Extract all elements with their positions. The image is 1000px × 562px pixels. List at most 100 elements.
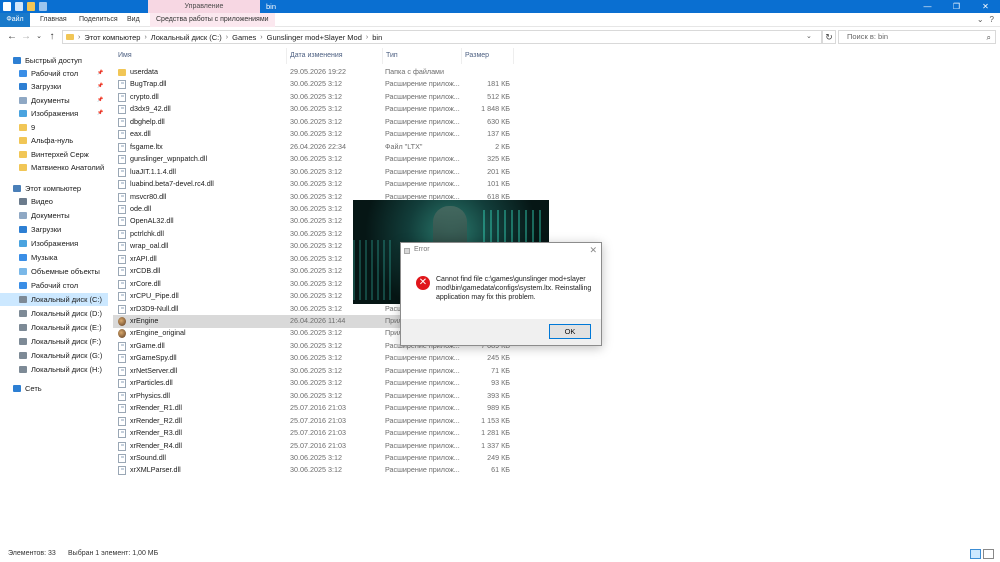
sidebar-item-винтерхей-серж[interactable]: Винтерхей Серж (0, 148, 108, 161)
sidebar-item-9[interactable]: 9 (0, 121, 108, 134)
customize-toolbar-icon[interactable] (39, 2, 47, 11)
column-header-date[interactable]: Дата изменения (290, 50, 343, 62)
breadcrumb-bin[interactable]: bin (372, 33, 382, 42)
sidebar-item-label: Изображения (31, 239, 79, 248)
sidebar-item-рабочий-стол[interactable]: Рабочий стол 📌 (0, 67, 108, 80)
sidebar-item-документы[interactable]: Документы 📌 (0, 94, 108, 107)
file-row[interactable]: xrRender_R2.dll 25.07.2016 21:03 Расширени… (113, 415, 523, 428)
sidebar-item-музыка[interactable]: Музыка (0, 251, 108, 264)
file-row[interactable]: xrPhysics.dll 30.06.2025 3:12 Расширение п… (113, 390, 523, 403)
file-type: Файл "LTX" (385, 141, 423, 151)
properties-icon[interactable] (15, 2, 23, 11)
sidebar-item-label: Документы (31, 96, 70, 105)
column-header-size[interactable]: Размер (465, 50, 489, 62)
column-divider[interactable] (513, 48, 514, 64)
sidebar-item-этот-компьютер[interactable]: Этот компьютер (0, 182, 108, 195)
search-input[interactable]: Поиск в: bin ⌕ (838, 30, 996, 44)
file-row[interactable]: luabind.beta7-devel.rc4.dll 30.06.2025 3:… (113, 178, 523, 191)
details-view-icon[interactable] (970, 549, 981, 559)
back-button[interactable]: ← (6, 31, 18, 43)
refresh-button[interactable]: ↻ (822, 30, 836, 44)
file-row[interactable]: luaJIT.1.1.4.dll 30.06.2025 3:12 Расширени… (113, 166, 523, 179)
column-header-name[interactable]: Имя (118, 50, 132, 62)
breadcrumb-games[interactable]: Games (232, 33, 256, 42)
tab-application-tools[interactable]: Средства работы с приложениями (150, 13, 275, 27)
file-date: 30.06.2025 3:12 (290, 378, 342, 388)
file-date: 30.06.2025 3:12 (290, 266, 342, 276)
sidebar-item-локальный-диск-f[interactable]: Локальный диск (F:) (0, 335, 108, 348)
maximize-button[interactable]: ❐ (942, 0, 971, 13)
sidebar-item-локальный-диск-e[interactable]: Локальный диск (E:) (0, 321, 108, 334)
file-row[interactable]: xrRender_R4.dll 25.07.2016 21:03 Расширени… (113, 440, 523, 453)
minimize-button[interactable]: — (913, 0, 942, 13)
large-icons-view-icon[interactable] (983, 549, 994, 559)
sidebar-item-загрузки[interactable]: Загрузки 📌 (0, 80, 108, 93)
file-name: d3dx9_42.dll (130, 104, 171, 114)
file-row[interactable]: dbghelp.dll 30.06.2025 3:12 Расширение при… (113, 116, 523, 129)
file-row[interactable]: gunslinger_wpnpatch.dll 30.06.2025 3:12 Ра… (113, 153, 523, 166)
recent-locations-button[interactable]: ⌄ (33, 31, 45, 43)
file-row[interactable]: xrNetServer.dll 30.06.2025 3:12 Расширение… (113, 365, 523, 378)
address-bar[interactable]: › Этот компьютер › Локальный диск (C:) ›… (62, 30, 822, 44)
column-header-type[interactable]: Тип (386, 50, 398, 62)
tab-view[interactable]: Вид (127, 13, 140, 27)
sidebar-item-рабочий-стол[interactable]: Рабочий стол (0, 279, 108, 292)
file-name: xrParticles.dll (130, 378, 173, 388)
column-divider[interactable] (286, 48, 287, 64)
sidebar-item-матвиенко-анатолий[interactable]: Матвиенко Анатолий (0, 161, 108, 174)
expand-ribbon-icon[interactable]: ⌄ (977, 15, 984, 24)
tab-file[interactable]: Файл (0, 13, 30, 27)
close-window-button[interactable]: ✕ (971, 0, 1000, 13)
file-row[interactable]: d3dx9_42.dll 30.06.2025 3:12 Расширение пр… (113, 103, 523, 116)
file-row[interactable]: xrXMLParser.dll 30.06.2025 3:12 Расширение… (113, 464, 523, 477)
sidebar-item-альфа-нуль[interactable]: Альфа-нуль (0, 134, 108, 147)
tab-share[interactable]: Поделиться (79, 13, 118, 27)
sidebar-item-локальный-диск-h[interactable]: Локальный диск (H:) (0, 363, 108, 376)
sidebar-item-документы[interactable]: Документы (0, 209, 108, 222)
file-row[interactable]: xrParticles.dll 30.06.2025 3:12 Расширение… (113, 377, 523, 390)
dialog-title-bar[interactable]: Error ✕ (401, 243, 601, 259)
file-icon (118, 429, 126, 439)
file-type: Расширение прилож... (385, 154, 460, 164)
sidebar-item-label: Быстрый доступ (25, 56, 82, 65)
sidebar-item-изображения[interactable]: Изображения (0, 237, 108, 250)
dialog-close-icon[interactable]: ✕ (589, 245, 597, 256)
up-button[interactable]: ↑ (46, 31, 58, 43)
sidebar-item-загрузки[interactable]: Загрузки (0, 223, 108, 236)
help-icon[interactable]: ? (990, 15, 994, 24)
error-message: Cannot find file c:\games\gunslinger mod… (436, 276, 592, 301)
file-row[interactable]: xrSound.dll 30.06.2025 3:12 Расширение при… (113, 452, 523, 465)
new-folder-icon[interactable] (27, 2, 35, 11)
sidebar-item-объемные-объекты[interactable]: Объемные объекты (0, 265, 108, 278)
folder-icon (19, 164, 27, 171)
file-row[interactable]: xrRender_R3.dll 25.07.2016 21:03 Расширени… (113, 427, 523, 440)
file-size: 512 КБ (487, 91, 510, 101)
file-row[interactable]: userdata 29.05.2026 19:22 Папка с файлами (113, 66, 523, 79)
file-type: Расширение прилож... (385, 428, 460, 438)
file-row[interactable]: fsgame.ltx 26.04.2026 22:34 Файл "LTX" 2 КБ (113, 141, 523, 154)
file-type: Расширение прилож... (385, 452, 460, 462)
file-name: BugTrap.dll (130, 79, 167, 89)
column-divider[interactable] (382, 48, 383, 64)
file-row[interactable]: crypto.dll 30.06.2025 3:12 Расширение прил… (113, 91, 523, 104)
sidebar-item-видео[interactable]: Видео (0, 195, 108, 208)
file-row[interactable]: eax.dll 30.06.2025 3:12 Расширение прилож.… (113, 128, 523, 141)
sidebar-item-локальный-диск-c[interactable]: Локальный диск (C:) (0, 293, 108, 306)
sidebar-item-локальный-диск-d[interactable]: Локальный диск (D:) (0, 307, 108, 320)
ok-button[interactable]: OK (549, 324, 591, 339)
file-icon (118, 242, 126, 252)
column-divider[interactable] (461, 48, 462, 64)
address-dropdown-icon[interactable]: ⌄ (806, 32, 812, 40)
sidebar-item-сеть[interactable]: Сеть (0, 382, 108, 395)
file-row[interactable]: BugTrap.dll 30.06.2025 3:12 Расширение при… (113, 78, 523, 91)
sidebar-item-изображения[interactable]: Изображения 📌 (0, 107, 108, 120)
file-row[interactable]: xrRender_R1.dll 25.07.2016 21:03 Расширени… (113, 402, 523, 415)
forward-button[interactable]: → (20, 31, 32, 43)
breadcrumb-drive-c[interactable]: Локальный диск (C:) (151, 33, 222, 42)
sidebar-item-локальный-диск-g[interactable]: Локальный диск (G:) (0, 349, 108, 362)
sidebar-item-быстрый-доступ[interactable]: Быстрый доступ (0, 54, 108, 67)
breadcrumb-gunslinger-mod[interactable]: Gunslinger mod+Slayer Mod (267, 33, 362, 42)
file-row[interactable]: xrGameSpy.dll 30.06.2025 3:12 Расширение п… (113, 352, 523, 365)
tab-home[interactable]: Главная (40, 13, 67, 27)
breadcrumb-this-pc[interactable]: Этот компьютер (84, 33, 140, 42)
